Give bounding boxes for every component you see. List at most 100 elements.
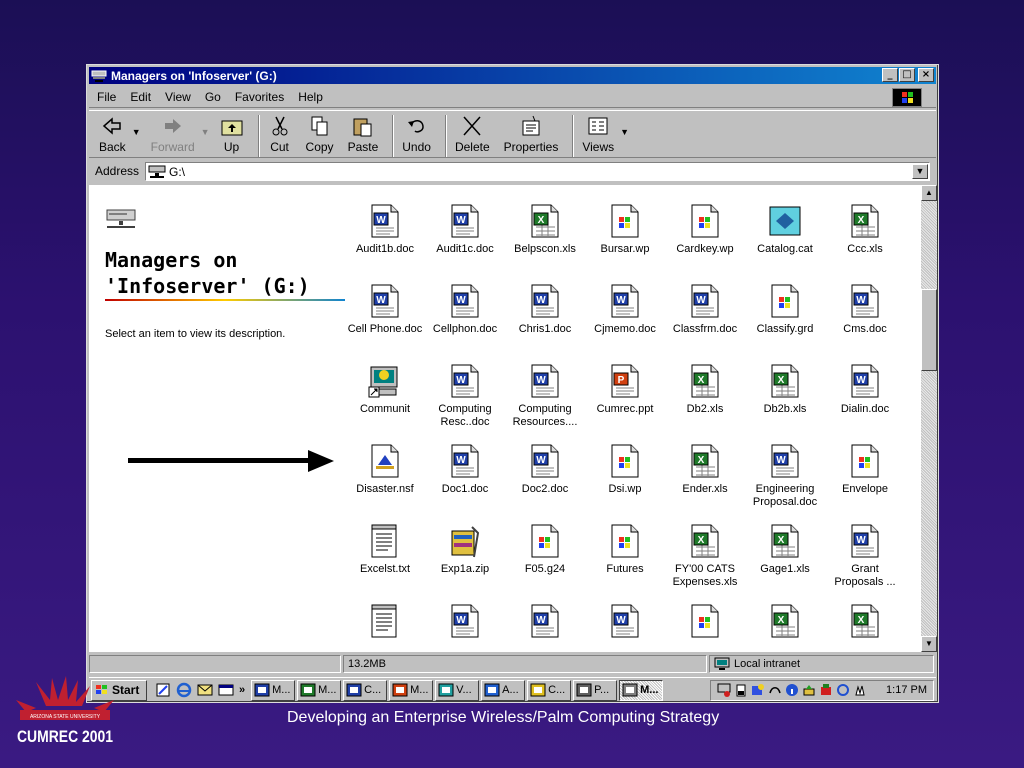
file-item[interactable]: W Cellphon.doc: [427, 283, 503, 336]
file-item[interactable]: W Cjmemo.doc: [587, 283, 663, 336]
address-field[interactable]: G:\ ▼: [145, 162, 930, 181]
palm-sync-icon[interactable]: [802, 683, 816, 697]
taskbar-button-excel[interactable]: M...: [297, 679, 342, 701]
cumrec-logo: ARIZONA STATE UNIVERSITY CUMREC 2001: [16, 676, 114, 746]
paste-button[interactable]: Paste: [348, 115, 378, 154]
file-item[interactable]: W: [507, 603, 583, 643]
file-item[interactable]: Communit: [347, 363, 423, 416]
internet-explorer-icon[interactable]: [176, 682, 192, 698]
speaker-icon[interactable]: [836, 683, 850, 697]
back-dropdown-icon[interactable]: ▼: [132, 127, 141, 137]
scroll-up-button[interactable]: ▲: [921, 185, 937, 201]
file-item[interactable]: W Audit1c.doc: [427, 203, 503, 256]
show-desktop-icon[interactable]: [218, 682, 234, 698]
file-item[interactable]: X FY'00 CATS Expenses.xls: [667, 523, 743, 589]
undo-button[interactable]: Undo: [402, 115, 431, 154]
file-item[interactable]: [347, 603, 423, 643]
file-item[interactable]: X Ccc.xls: [827, 203, 903, 256]
file-item[interactable]: W Computing Resc..doc: [427, 363, 503, 429]
file-item[interactable]: X: [827, 603, 903, 643]
paste-icon: [353, 118, 372, 137]
file-item[interactable]: W Dialin.doc: [827, 363, 903, 416]
svg-text:W: W: [536, 455, 546, 466]
clock[interactable]: 1:17 PM: [886, 684, 927, 696]
file-item[interactable]: F05.g24: [507, 523, 583, 576]
folder-title: Managers on 'Infoserver' (G:): [105, 248, 310, 298]
file-item[interactable]: Catalog.cat: [747, 203, 823, 256]
file-item[interactable]: X Db2b.xls: [747, 363, 823, 416]
outlook-icon[interactable]: [197, 682, 213, 698]
antivirus-icon[interactable]: [819, 683, 833, 697]
battery-icon[interactable]: [734, 683, 748, 697]
file-item[interactable]: W Classfrm.doc: [667, 283, 743, 336]
delete-button[interactable]: Delete: [455, 115, 490, 154]
file-item[interactable]: W Doc1.doc: [427, 443, 503, 496]
network-icon[interactable]: [717, 683, 731, 697]
title-bar[interactable]: Managers on 'Infoserver' (G:) _ □ ×: [89, 67, 936, 84]
taskbar-button-explorer[interactable]: M...: [619, 679, 664, 701]
menu-go[interactable]: Go: [205, 90, 221, 104]
file-item[interactable]: X: [747, 603, 823, 643]
file-item[interactable]: W Computing Resources....: [507, 363, 583, 429]
views-button[interactable]: Views: [582, 115, 614, 154]
menu-favorites[interactable]: Favorites: [235, 90, 284, 104]
vertical-scrollbar[interactable]: ▲ ▼: [921, 185, 937, 652]
file-item[interactable]: W Grant Proposals ...: [827, 523, 903, 589]
properties-button[interactable]: Properties: [504, 115, 558, 154]
file-item[interactable]: Disaster.nsf: [347, 443, 423, 496]
menu-file[interactable]: File: [97, 90, 116, 104]
file-item[interactable]: Dsi.wp: [587, 443, 663, 496]
file-item[interactable]: W Engineering Proposal.doc: [747, 443, 823, 509]
file-item[interactable]: W: [587, 603, 663, 643]
minimize-button[interactable]: _: [882, 68, 898, 82]
scroll-thumb[interactable]: [921, 289, 937, 371]
info-icon[interactable]: [785, 683, 799, 697]
file-item[interactable]: X Db2.xls: [667, 363, 743, 416]
taskbar-button-palm[interactable]: P...: [573, 679, 618, 701]
file-item[interactable]: Cardkey.wp: [667, 203, 743, 256]
file-item[interactable]: X Gage1.xls: [747, 523, 823, 576]
hand-icon[interactable]: [853, 683, 867, 697]
file-item[interactable]: W Audit1b.doc: [347, 203, 423, 256]
file-item[interactable]: Excelst.txt: [347, 523, 423, 576]
close-button[interactable]: ×: [918, 68, 934, 82]
file-item[interactable]: W Doc2.doc: [507, 443, 583, 496]
maximize-button[interactable]: □: [899, 68, 915, 82]
file-item[interactable]: Futures: [587, 523, 663, 576]
forward-button[interactable]: Forward: [151, 115, 195, 154]
menu-view[interactable]: View: [165, 90, 191, 104]
taskbar-button-word[interactable]: M...: [251, 679, 296, 701]
taskbar-button-browser[interactable]: A...: [481, 679, 526, 701]
file-item[interactable]: W Cms.doc: [827, 283, 903, 336]
file-item[interactable]: P Cumrec.ppt: [587, 363, 663, 416]
forward-dropdown-icon[interactable]: ▼: [201, 127, 210, 137]
cut-button[interactable]: Cut: [268, 115, 292, 154]
paint-icon[interactable]: [751, 683, 765, 697]
file-item[interactable]: Bursar.wp: [587, 203, 663, 256]
address-dropdown-icon[interactable]: ▼: [912, 164, 928, 179]
scroll-down-button[interactable]: ▼: [921, 636, 937, 652]
file-item[interactable]: Classify.grd: [747, 283, 823, 336]
file-item[interactable]: X Ender.xls: [667, 443, 743, 496]
quick-launch-chevron[interactable]: »: [239, 684, 245, 696]
file-item[interactable]: Exp1a.zip: [427, 523, 503, 576]
views-dropdown-icon[interactable]: ▼: [620, 127, 629, 137]
up-button[interactable]: Up: [220, 115, 244, 154]
file-item[interactable]: W Cell Phone.doc: [347, 283, 423, 336]
taskbar-button-word[interactable]: C...: [343, 679, 388, 701]
taskbar-button-visio[interactable]: V...: [435, 679, 480, 701]
file-item[interactable]: W: [427, 603, 503, 643]
taskbar-button-powerpoint[interactable]: M...: [389, 679, 434, 701]
back-button[interactable]: Back: [99, 115, 126, 154]
file-item[interactable]: Envelope: [827, 443, 903, 496]
svg-text:X: X: [778, 615, 785, 626]
file-item[interactable]: W Chris1.doc: [507, 283, 583, 336]
copy-button[interactable]: Copy: [306, 115, 334, 154]
menu-help[interactable]: Help: [298, 90, 323, 104]
phone-icon[interactable]: [768, 683, 782, 697]
file-item[interactable]: [667, 603, 743, 643]
menu-edit[interactable]: Edit: [130, 90, 151, 104]
file-item[interactable]: X Belpscon.xls: [507, 203, 583, 256]
pen-icon[interactable]: [155, 682, 171, 698]
taskbar-button-calendar[interactable]: C...: [527, 679, 572, 701]
